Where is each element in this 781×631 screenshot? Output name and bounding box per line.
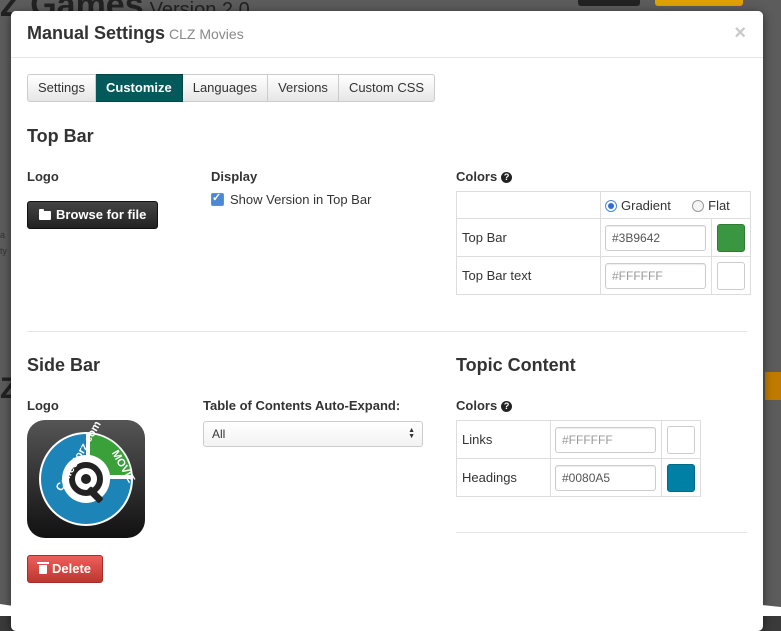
- delete-button-label: Delete: [52, 561, 92, 576]
- background-fragment: ty: [0, 246, 8, 256]
- top-bar-color-input[interactable]: #3B9642: [605, 224, 706, 251]
- display-label: Display: [211, 169, 258, 184]
- modal-title: Manual Settings CLZ Movies: [27, 23, 244, 44]
- top-bar-logo-label: Logo: [27, 169, 59, 184]
- show-version-row: Show Version in Top Bar: [211, 191, 372, 207]
- modal-subtitle: CLZ Movies: [169, 26, 244, 42]
- gradient-label: Gradient: [621, 197, 671, 213]
- table-row: Headings #0080A5: [456, 458, 701, 497]
- side-bar-logo-image: Collectorz.com MOVIE: [27, 420, 145, 538]
- delete-logo-button[interactable]: Delete: [27, 555, 104, 583]
- select-arrows-icon: ▲ ▼: [408, 427, 415, 440]
- tab-versions[interactable]: Versions: [268, 74, 339, 102]
- browse-for-file-button[interactable]: Browse for file: [27, 201, 159, 229]
- folder-icon: [39, 209, 51, 220]
- top-bar-heading: Top Bar: [27, 126, 94, 146]
- colors-label-text: Colors: [456, 398, 498, 413]
- show-version-label: Show Version in Top Bar: [230, 192, 372, 207]
- trash-icon: [37, 562, 49, 574]
- table-row: Links #FFFFFF: [456, 420, 701, 459]
- headings-color-input[interactable]: #0080A5: [555, 464, 656, 491]
- tab-custom-css[interactable]: Custom CSS: [338, 74, 436, 102]
- toc-auto-expand-label: Table of Contents Auto-Expand:: [203, 398, 401, 413]
- color-mode-row: Gradient Flat: [456, 191, 751, 219]
- input-cell: #0080A5: [550, 458, 662, 497]
- input-cell: #FFFFFF: [550, 420, 662, 459]
- modal-title-text: Manual Settings: [27, 23, 166, 43]
- side-bar-logo-label: Logo: [27, 398, 59, 413]
- flat-label: Flat: [708, 197, 730, 213]
- tab-languages[interactable]: Languages: [182, 74, 269, 102]
- swatch-cell: [711, 256, 751, 295]
- headings-color-swatch[interactable]: [667, 463, 695, 492]
- top-bar-color-swatch[interactable]: [717, 223, 745, 252]
- background-fragment: a: [0, 230, 6, 240]
- input-cell: #3B9642: [600, 218, 712, 257]
- settings-modal: Manual Settings CLZ Movies × Settings Cus…: [11, 11, 763, 631]
- top-bar-text-color-swatch[interactable]: [717, 261, 745, 290]
- background-accent: [765, 372, 781, 400]
- background-button: [655, 0, 743, 6]
- show-version-checkbox[interactable]: [211, 191, 224, 206]
- input-cell: #FFFFFF: [600, 256, 712, 295]
- row-label: Headings: [456, 458, 551, 497]
- toc-auto-expand-select[interactable]: All ▲ ▼: [203, 421, 423, 447]
- section-divider: [27, 331, 747, 332]
- empty-cell: [456, 191, 601, 219]
- links-color-input[interactable]: #FFFFFF: [555, 426, 656, 453]
- colors-label-text: Colors: [456, 169, 498, 184]
- row-label: Links: [456, 420, 551, 459]
- flat-radio[interactable]: [692, 199, 705, 212]
- gradient-radio[interactable]: [605, 199, 617, 212]
- topic-content-colors-label: Colors?: [456, 398, 513, 413]
- swatch-cell: [661, 458, 701, 497]
- top-bar-text-color-input[interactable]: #FFFFFF: [605, 262, 706, 289]
- topic-content-heading: Topic Content: [456, 355, 576, 375]
- collectorz-logo-icon: Collectorz.com MOVIE: [39, 420, 137, 526]
- top-bar-colors-table: Gradient Flat Top Bar #3B9642 Top Bar te…: [456, 191, 751, 295]
- swatch-cell: [661, 420, 701, 459]
- row-label: Top Bar text: [456, 256, 601, 295]
- tab-bar: Settings Customize Languages Versions Cu…: [27, 74, 436, 102]
- help-icon[interactable]: ?: [501, 172, 513, 183]
- section-divider: [456, 532, 747, 533]
- tab-settings[interactable]: Settings: [27, 74, 96, 102]
- background-button: [578, 0, 640, 6]
- close-icon[interactable]: ×: [734, 23, 746, 43]
- table-row: Top Bar #3B9642: [456, 218, 751, 257]
- modal-header: Manual Settings CLZ Movies ×: [11, 11, 763, 58]
- torn-edge-decoration: [0, 603, 781, 616]
- table-row: Top Bar text #FFFFFF: [456, 256, 751, 295]
- help-icon[interactable]: ?: [501, 401, 513, 412]
- tab-customize[interactable]: Customize: [95, 74, 183, 102]
- links-color-swatch[interactable]: [667, 425, 695, 454]
- color-mode-cell: Gradient Flat: [600, 191, 751, 219]
- top-bar-colors-label: Colors?: [456, 169, 513, 184]
- row-label: Top Bar: [456, 218, 601, 257]
- topic-content-colors-table: Links #FFFFFF Headings #0080A5: [456, 420, 701, 497]
- browse-button-label: Browse for file: [56, 207, 147, 222]
- swatch-cell: [711, 218, 751, 257]
- side-bar-heading: Side Bar: [27, 355, 101, 375]
- toc-selected-value: All: [212, 427, 226, 441]
